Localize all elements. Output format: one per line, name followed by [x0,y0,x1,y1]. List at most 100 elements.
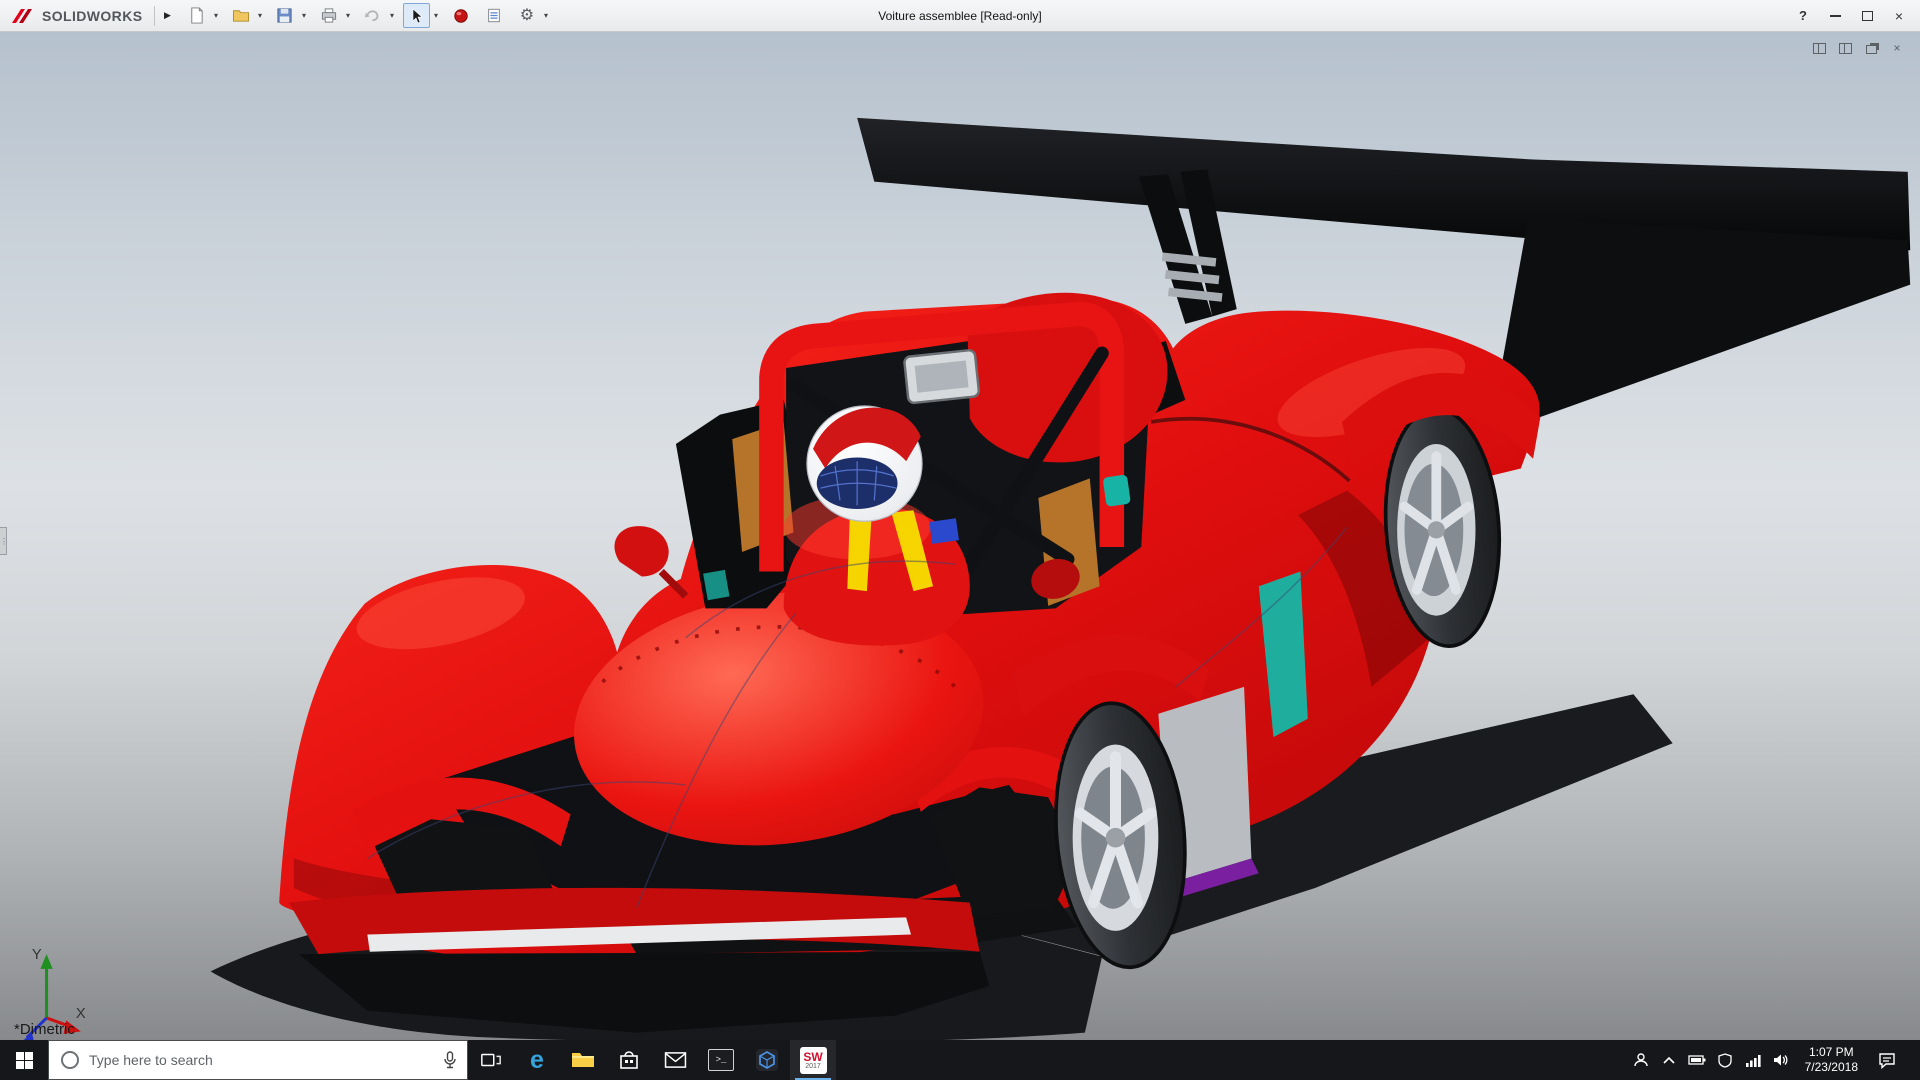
task-view-button[interactable] [468,1040,514,1080]
microphone-button[interactable] [443,1051,457,1069]
edge-icon: e [530,1048,544,1073]
new-document-icon [188,7,205,24]
print-icon [320,7,338,24]
doc-close-button[interactable]: × [1888,40,1906,56]
system-tray: 1:07 PM 7/23/2018 [1629,1040,1920,1080]
triad-y-label: Y [32,947,42,963]
tool-group-new: ▾ [183,3,221,28]
select-arrow-button[interactable] [403,3,430,28]
toolbar-separator [154,6,155,26]
print-caret[interactable]: ▾ [342,3,353,28]
doc-restore-button[interactable] [1862,40,1880,56]
appearance-button[interactable] [447,3,474,28]
solidworks-app-icon: SW 2017 [800,1047,827,1074]
close-button[interactable]: × [1884,3,1914,29]
save-button[interactable] [271,3,298,28]
solidworks-logo: SOLIDWORKS [0,7,150,25]
hexagon-app-button[interactable] [744,1040,790,1080]
network-button[interactable] [1741,1040,1765,1080]
tool-group-print: ▾ [315,3,353,28]
start-button[interactable] [0,1040,48,1080]
select-caret[interactable]: ▾ [430,3,441,28]
minimize-icon [1830,15,1841,17]
doc-restore-icon [1866,45,1877,54]
tool-group-select: ▾ [403,3,441,28]
model-3d-view[interactable]: Y X [0,32,1920,1040]
windows-logo-icon [16,1052,33,1069]
battery-icon [1688,1054,1706,1066]
new-document-caret[interactable]: ▾ [210,3,221,28]
command-prompt-icon: >_ [708,1049,734,1071]
taskbar-spacer [836,1040,1629,1080]
battery-button[interactable] [1685,1040,1709,1080]
options-button[interactable]: ⚙ [513,3,540,28]
options-caret[interactable]: ▾ [540,3,551,28]
mail-envelope-icon [664,1051,687,1069]
menu-flyout-arrow[interactable]: ▶ [159,5,175,27]
titlebar: SOLIDWORKS ▶ ▾ ▾ [0,0,1920,32]
save-caret[interactable]: ▾ [298,3,309,28]
main-toolbar: ▾ ▾ ▾ [183,3,555,28]
minimize-button[interactable] [1820,3,1850,29]
command-prompt-button[interactable]: >_ [698,1040,744,1080]
pane-splitter-handle[interactable]: ⋮ [0,527,7,555]
split-pane-icon [1813,43,1826,54]
solidworks-logo-icon [10,7,36,25]
split-pane-button[interactable] [1810,40,1828,56]
taskbar: e >_ [0,1040,1920,1080]
select-arrow-icon [409,8,424,24]
maximize-icon [1862,11,1873,21]
window-controls: ? × [1788,3,1920,29]
volume-button[interactable] [1769,1040,1793,1080]
file-explorer-icon [571,1050,595,1070]
document-properties-button[interactable] [480,3,507,28]
people-icon [1633,1052,1649,1068]
action-center-button[interactable] [1870,1040,1904,1080]
chevron-up-icon [1662,1055,1676,1065]
tool-group-appearance [447,3,474,28]
tool-group-options: ⚙ ▾ [513,3,551,28]
maximize-button[interactable] [1852,3,1882,29]
action-center-icon [1878,1052,1896,1069]
pin-pane-icon [1839,43,1852,54]
store-button[interactable] [606,1040,652,1080]
save-floppy-icon [276,7,293,24]
cortana-icon [61,1051,79,1069]
document-properties-icon [486,7,502,24]
clock-time: 1:07 PM [1809,1045,1854,1060]
appearance-sphere-icon [453,8,469,24]
options-gear-icon: ⚙ [520,8,534,24]
taskbar-clock[interactable]: 1:07 PM 7/23/2018 [1797,1045,1866,1075]
task-view-icon [480,1049,502,1071]
mail-button[interactable] [652,1040,698,1080]
file-explorer-button[interactable] [560,1040,606,1080]
tool-group-open: ▾ [227,3,265,28]
print-button[interactable] [315,3,342,28]
edge-browser-button[interactable]: e [514,1040,560,1080]
new-document-button[interactable] [183,3,210,28]
solidworks-app-button[interactable]: SW 2017 [790,1040,836,1080]
tray-expand-button[interactable] [1657,1040,1681,1080]
graphics-area[interactable]: Y X × *Dimetric ⋮ [0,32,1920,1040]
help-button[interactable]: ? [1788,3,1818,29]
view-orientation-label: *Dimetric [14,1021,75,1038]
pin-pane-button[interactable] [1836,40,1854,56]
undo-button[interactable] [359,3,386,28]
undo-icon [364,7,381,24]
store-bag-icon [619,1049,639,1071]
tool-group-save: ▾ [271,3,309,28]
open-caret[interactable]: ▾ [254,3,265,28]
tool-group-doc-properties [480,3,507,28]
wing-bracket [1158,252,1226,301]
open-folder-icon [232,7,250,24]
security-shield-button[interactable] [1713,1040,1737,1080]
open-button[interactable] [227,3,254,28]
people-button[interactable] [1629,1040,1653,1080]
desktop: SOLIDWORKS ▶ ▾ ▾ [0,0,1920,1080]
brand-text: SOLIDWORKS [42,8,142,24]
hexagon-app-icon [755,1048,779,1072]
taskbar-search[interactable] [48,1040,468,1080]
volume-icon [1773,1053,1789,1067]
search-input[interactable] [79,1052,443,1068]
undo-caret[interactable]: ▾ [386,3,397,28]
